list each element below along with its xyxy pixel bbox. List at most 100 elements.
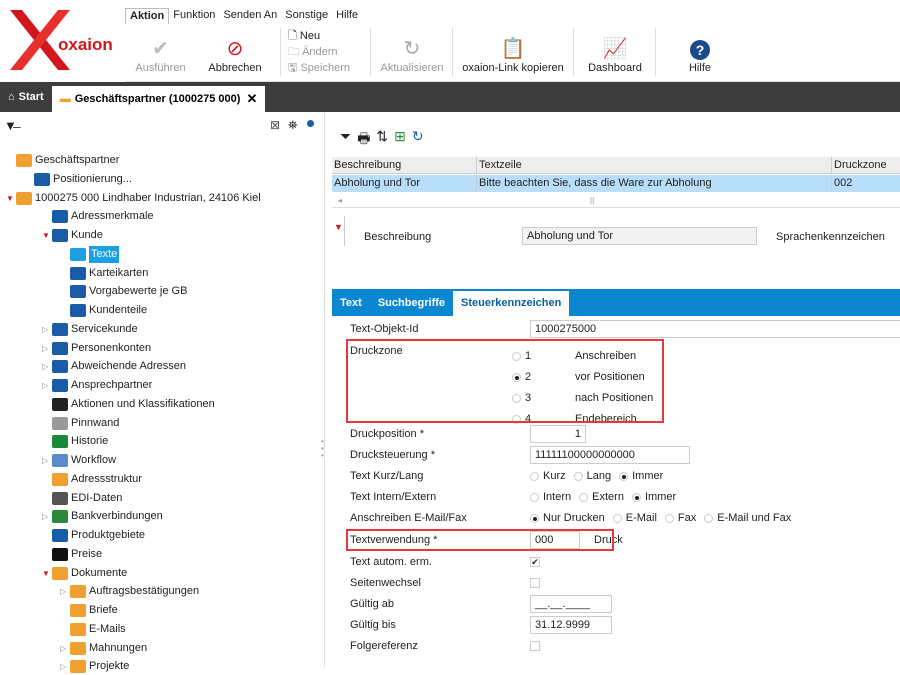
sort-icon[interactable]: ⇅ (376, 128, 388, 152)
tree-item[interactable]: Karteikarten (60, 265, 148, 282)
tree-item[interactable]: ▷ Bankverbindungen (42, 508, 163, 525)
tree-item[interactable]: ▷ Auftragsbestätigungen (60, 583, 199, 600)
intern-extern-option[interactable]: Immer (631, 491, 676, 503)
intern-extern-option[interactable]: Intern (530, 491, 571, 503)
tree-item[interactable]: Briefe (60, 602, 118, 619)
tree-item[interactable]: Preise (42, 546, 102, 563)
text-autom-checkbox[interactable]: ✔ (530, 557, 540, 567)
tree-item[interactable]: ▷ Abweichende Adressen (42, 358, 186, 375)
kurz-lang-option[interactable]: Immer (619, 470, 663, 482)
tree-item[interactable]: ▷ Mahnungen (60, 640, 147, 657)
tree-item[interactable]: E-Mails (60, 621, 126, 638)
tree-item[interactable]: ▼ Kunde (42, 227, 103, 244)
horizontal-scrollbar[interactable]: ◂ || (332, 194, 900, 208)
tree-item-label: Dokumente (71, 566, 128, 579)
tree-item[interactable]: ▷ Ansprechpartner (42, 377, 152, 394)
expand-arrow-icon[interactable]: ▷ (42, 358, 50, 375)
tree-item[interactable]: Produktgebiete (42, 527, 145, 544)
detail-description-field[interactable]: Abholung und Tor (522, 227, 757, 245)
tree-item[interactable]: Texte (60, 245, 120, 263)
splitter-handle[interactable]: • • • (321, 438, 324, 460)
tab-start[interactable]: ⌂ Start (0, 82, 52, 112)
cell-beschreibung: Abholung und Tor (332, 175, 477, 192)
folgereferenz-row: Folgereferenz (350, 636, 900, 656)
binoculars-icon[interactable]: ⛯ (288, 118, 298, 133)
tree-item[interactable]: ▷ Servicekunde (42, 321, 138, 338)
menu-funktion[interactable]: Funktion (169, 8, 219, 24)
tree-item[interactable]: EDI-Daten (42, 490, 122, 507)
menu-sonstige[interactable]: Sonstige (281, 8, 332, 24)
kurz-lang-option[interactable]: Kurz (530, 470, 566, 482)
filter-icon[interactable]: ▼̶ (4, 118, 17, 133)
filter-clear-icon[interactable]: ⊠ (270, 118, 280, 132)
expand-arrow-icon[interactable]: ▷ (42, 340, 50, 357)
change-button[interactable]: 🗀 Ändern (288, 44, 350, 60)
col-beschreibung[interactable]: Beschreibung (332, 157, 477, 174)
help-button[interactable]: ? Hilfe (670, 28, 730, 78)
expand-arrow-icon[interactable]: ▼ (42, 565, 50, 582)
expand-arrow-icon[interactable]: ▷ (60, 583, 68, 600)
refresh-icon[interactable]: ↻ (412, 128, 424, 152)
filter-icon[interactable]: ⏷ (340, 128, 351, 152)
text-object-id-field[interactable]: 1000275000 (530, 320, 900, 338)
expand-arrow-icon[interactable]: ▼ (6, 190, 14, 207)
export-icon[interactable]: ⊞ (394, 128, 406, 152)
drucksteuerung-field[interactable]: 11111100000000000 (530, 446, 690, 464)
mail-fax-option[interactable]: Fax (664, 512, 696, 524)
execute-label: Ausführen (135, 62, 186, 74)
tree-item[interactable]: Positionierung... (24, 171, 132, 188)
collapse-arrow-icon[interactable]: ▼ (334, 222, 343, 232)
expand-arrow-icon[interactable]: ▷ (42, 452, 50, 469)
tree-item[interactable]: Geschäftspartner (6, 152, 119, 169)
refresh-button[interactable]: ↻ Aktualisieren (377, 28, 447, 78)
radio-icon (631, 492, 641, 502)
mail-fax-option-label: E-Mail und Fax (717, 512, 792, 524)
folgereferenz-checkbox[interactable] (530, 641, 540, 651)
drucksteuerung-value: 11111100000000000 (530, 446, 690, 464)
col-textzeile[interactable]: Textzeile (477, 157, 832, 174)
cancel-button[interactable]: ⊘ Abbrechen (200, 28, 270, 78)
table-row[interactable]: Abholung und Tor Bitte beachten Sie, das… (332, 175, 900, 192)
menu-aktion[interactable]: Aktion (125, 8, 170, 24)
tab-text[interactable]: Text (332, 291, 370, 316)
tree-item[interactable]: Historie (42, 433, 108, 450)
tab-suchbegriffe[interactable]: Suchbegriffe (370, 291, 453, 316)
mail-fax-option[interactable]: E-Mail (612, 512, 657, 524)
tree-item[interactable]: Kundenteile (60, 302, 147, 319)
tree-item[interactable]: ▼ Dokumente (42, 565, 127, 582)
seitenwechsel-checkbox[interactable] (530, 578, 540, 588)
tree-item[interactable]: Adressmerkmale (42, 208, 154, 225)
print-icon[interactable]: 🖶 (357, 128, 370, 152)
new-button[interactable]: 🗋 Neu (288, 28, 350, 44)
tab-steuerkennzeichen[interactable]: Steuerkennzeichen (453, 291, 570, 316)
expand-arrow-icon[interactable]: ▷ (42, 377, 50, 394)
copy-link-button[interactable]: 📋 oxaion-Link kopieren (458, 28, 568, 78)
kurz-lang-option[interactable]: Lang (573, 470, 611, 482)
tree-item[interactable]: Vorgabewerte je GB (60, 283, 187, 300)
expand-arrow-icon[interactable]: ▼ (42, 227, 50, 244)
check-circle-icon: ✔ (152, 38, 169, 60)
dashboard-button[interactable]: 📈 Dashboard (580, 28, 650, 78)
tree-item[interactable]: Aktionen und Klassifikationen (42, 396, 215, 413)
tree-item[interactable]: ▼ 1000275 000 Lindhaber Industrian, 24106… (6, 190, 261, 207)
intern-extern-option[interactable]: Extern (579, 491, 624, 503)
druckposition-field[interactable]: 1 (530, 425, 586, 443)
close-icon[interactable]: ✕ (246, 91, 257, 107)
mail-fax-option[interactable]: E-Mail und Fax (704, 512, 791, 524)
tree-item[interactable]: ▷ Personenkonten (42, 340, 151, 357)
menu-hilfe[interactable]: Hilfe (332, 8, 362, 24)
mail-fax-option[interactable]: Nur Drucken (530, 512, 605, 524)
col-druckzone[interactable]: Druckzone (832, 157, 900, 174)
menu-senden-an[interactable]: Senden An (219, 8, 281, 24)
expand-arrow-icon[interactable]: ▷ (42, 321, 50, 338)
expand-arrow-icon[interactable]: ▷ (60, 640, 68, 657)
tree-item[interactable]: Adressstruktur (42, 471, 142, 488)
tab-partner[interactable]: ▬ Geschäftspartner (1000275 000) ✕ (51, 86, 266, 112)
gueltig-ab-field[interactable]: __.__.____ (530, 595, 612, 613)
tree-item[interactable]: Pinnwand (42, 415, 119, 432)
gueltig-bis-field[interactable]: 31.12.9999 (530, 616, 612, 634)
tree-item[interactable]: ▷ Workflow (42, 452, 116, 469)
expand-arrow-icon[interactable]: ▷ (42, 508, 50, 525)
execute-button[interactable]: ✔ Ausführen (133, 28, 188, 78)
save-button[interactable]: 🖫 Speichern (288, 60, 350, 76)
